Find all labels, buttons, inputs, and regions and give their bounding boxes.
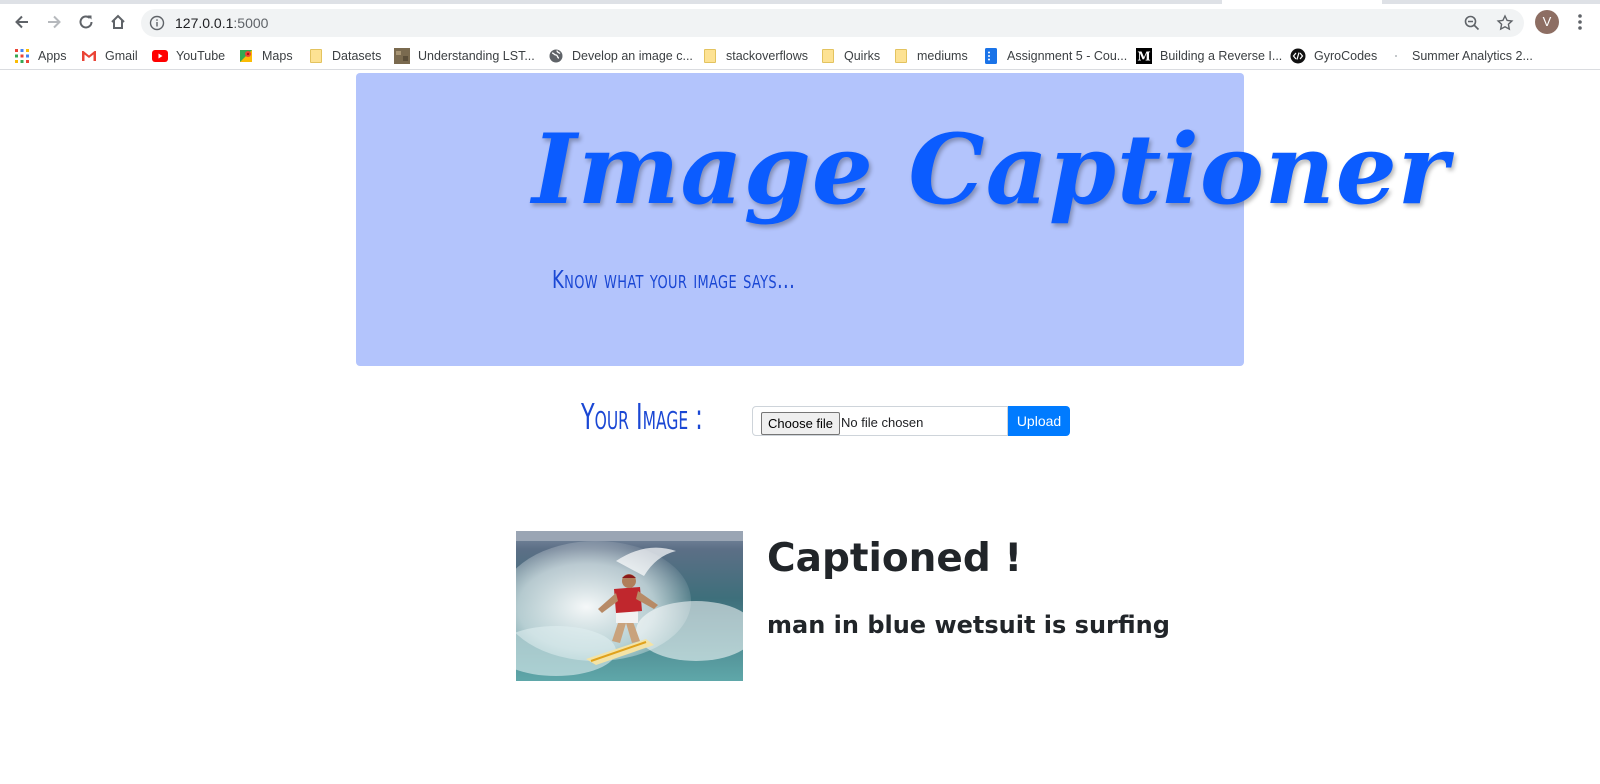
url-text[interactable]: 127.0.0.1:5000 — [175, 16, 268, 31]
file-status-text: No file chosen — [841, 415, 924, 430]
bookmark-label: mediums — [917, 49, 968, 63]
bookmark-label: YouTube — [176, 49, 226, 63]
bookmark-gyrocodes[interactable]: GyroCodes — [1290, 45, 1377, 67]
bookmark-label: GyroCodes — [1314, 49, 1378, 63]
bookmark-label: stackoverflows — [726, 49, 808, 63]
bookmark-label: Understanding LST... — [418, 49, 535, 63]
brand-subtitle: Know what your image says... — [552, 265, 796, 294]
bookmark-youtube[interactable]: YouTube — [152, 45, 225, 67]
maps-icon — [238, 48, 254, 64]
forward-icon[interactable] — [41, 9, 67, 35]
home-icon[interactable] — [105, 9, 131, 35]
tab-strip — [0, 0, 1600, 4]
back-icon[interactable] — [9, 9, 35, 35]
result-heading: Captioned ! — [767, 536, 1023, 581]
bookmark-label: Gmail — [105, 49, 138, 63]
upload-label: Your Image : — [581, 397, 703, 438]
youtube-icon — [152, 48, 168, 64]
bookmark-label: Building a Reverse I... — [1160, 49, 1283, 63]
bookmark-datasets[interactable]: Datasets — [308, 45, 381, 67]
bookmark-summer-analytics[interactable]: Summer Analytics 2... — [1388, 45, 1533, 67]
bookmark-label: Quirks — [844, 49, 881, 63]
folder-icon — [702, 48, 718, 64]
bookmarks-bar: Apps Gmail YouTube Maps Datasets Underst… — [0, 42, 1600, 70]
url-host: 127.0.0.1 — [175, 15, 234, 31]
thumbnail-icon — [394, 48, 410, 64]
folder-icon — [820, 48, 836, 64]
folder-icon — [308, 48, 324, 64]
bookmark-label: Assignment 5 - Cou... — [1007, 49, 1128, 63]
menu-icon[interactable] — [1573, 11, 1587, 33]
address-bar[interactable]: 127.0.0.1:5000 — [141, 9, 1524, 37]
docs-icon — [983, 48, 999, 64]
brand-title: Image Captioner — [532, 113, 1450, 226]
bookmark-understanding-lstm[interactable]: Understanding LST... — [394, 45, 535, 67]
bookmark-label: Summer Analytics 2... — [1412, 49, 1533, 63]
bookmark-gmail[interactable]: Gmail — [81, 45, 138, 67]
caption-text: man in blue wetsuit is surfing — [767, 611, 1170, 639]
url-port: :5000 — [233, 15, 269, 31]
profile-avatar[interactable]: V — [1535, 10, 1559, 34]
uploaded-photo — [516, 531, 743, 681]
browser-toolbar: 127.0.0.1:5000 V — [0, 5, 1600, 39]
choose-file-button[interactable]: Choose file — [761, 412, 841, 435]
zoom-icon[interactable] — [1463, 14, 1481, 32]
bookmark-label: Develop an image c... — [572, 49, 693, 63]
code-icon — [1290, 48, 1306, 64]
active-tab[interactable] — [1222, 0, 1382, 4]
bookmark-stackoverflows[interactable]: stackoverflows — [702, 45, 808, 67]
bookmark-assignment-5[interactable]: Assignment 5 - Cou... — [983, 45, 1127, 67]
bookmark-quirks[interactable]: Quirks — [820, 45, 880, 67]
gmail-icon — [81, 48, 97, 64]
dot-icon — [1388, 48, 1404, 64]
bookmark-maps[interactable]: Maps — [238, 45, 293, 67]
bookmark-star-icon[interactable] — [1496, 14, 1514, 32]
site-info-icon[interactable] — [149, 15, 165, 31]
bookmark-mediums[interactable]: mediums — [893, 45, 968, 67]
header-banner: Image Captioner Know what your image say… — [356, 73, 1448, 366]
globe-icon — [548, 48, 564, 64]
bookmark-label: Maps — [262, 49, 293, 63]
medium-icon: M — [1136, 48, 1152, 64]
reload-icon[interactable] — [73, 9, 99, 35]
folder-icon — [893, 48, 909, 64]
file-input[interactable]: Choose file No file chosen — [752, 406, 1008, 436]
apps-grid-icon — [14, 48, 30, 64]
bookmark-building-reverse[interactable]: M Building a Reverse I... — [1136, 45, 1282, 67]
bookmark-apps[interactable]: Apps — [14, 45, 67, 67]
upload-button[interactable]: Upload — [1008, 406, 1070, 436]
svg-text:M: M — [1137, 50, 1150, 64]
bookmark-develop-image[interactable]: Develop an image c... — [548, 45, 693, 67]
bookmark-label: Apps — [38, 49, 67, 63]
browser-chrome: 127.0.0.1:5000 V Apps Gmail YouTube Maps — [0, 0, 1600, 72]
bookmark-label: Datasets — [332, 49, 382, 63]
